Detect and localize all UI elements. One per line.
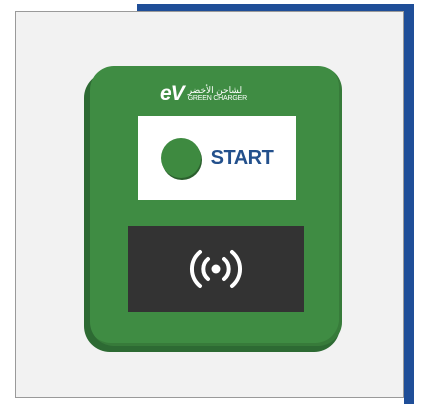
stage: eV لشاحن الأخضر GREEN CHARGER START (0, 0, 448, 411)
nfc-contactless-icon (189, 250, 243, 288)
brand-text: لشاحن الأخضر GREEN CHARGER (188, 85, 247, 103)
brand-logo: eV لشاحن الأخضر GREEN CHARGER (160, 83, 300, 105)
start-button[interactable] (160, 138, 201, 178)
nfc-reader[interactable] (128, 226, 304, 312)
start-label: START (210, 146, 274, 169)
brand-english-name: GREEN CHARGER (187, 95, 247, 102)
ev-logo: eV (160, 82, 185, 105)
charger-device: eV لشاحن الأخضر GREEN CHARGER START (90, 66, 342, 346)
start-panel: START (138, 116, 296, 200)
brand-arabic-name: لشاحن الأخضر (187, 85, 243, 95)
accent-frame-right (404, 4, 414, 404)
